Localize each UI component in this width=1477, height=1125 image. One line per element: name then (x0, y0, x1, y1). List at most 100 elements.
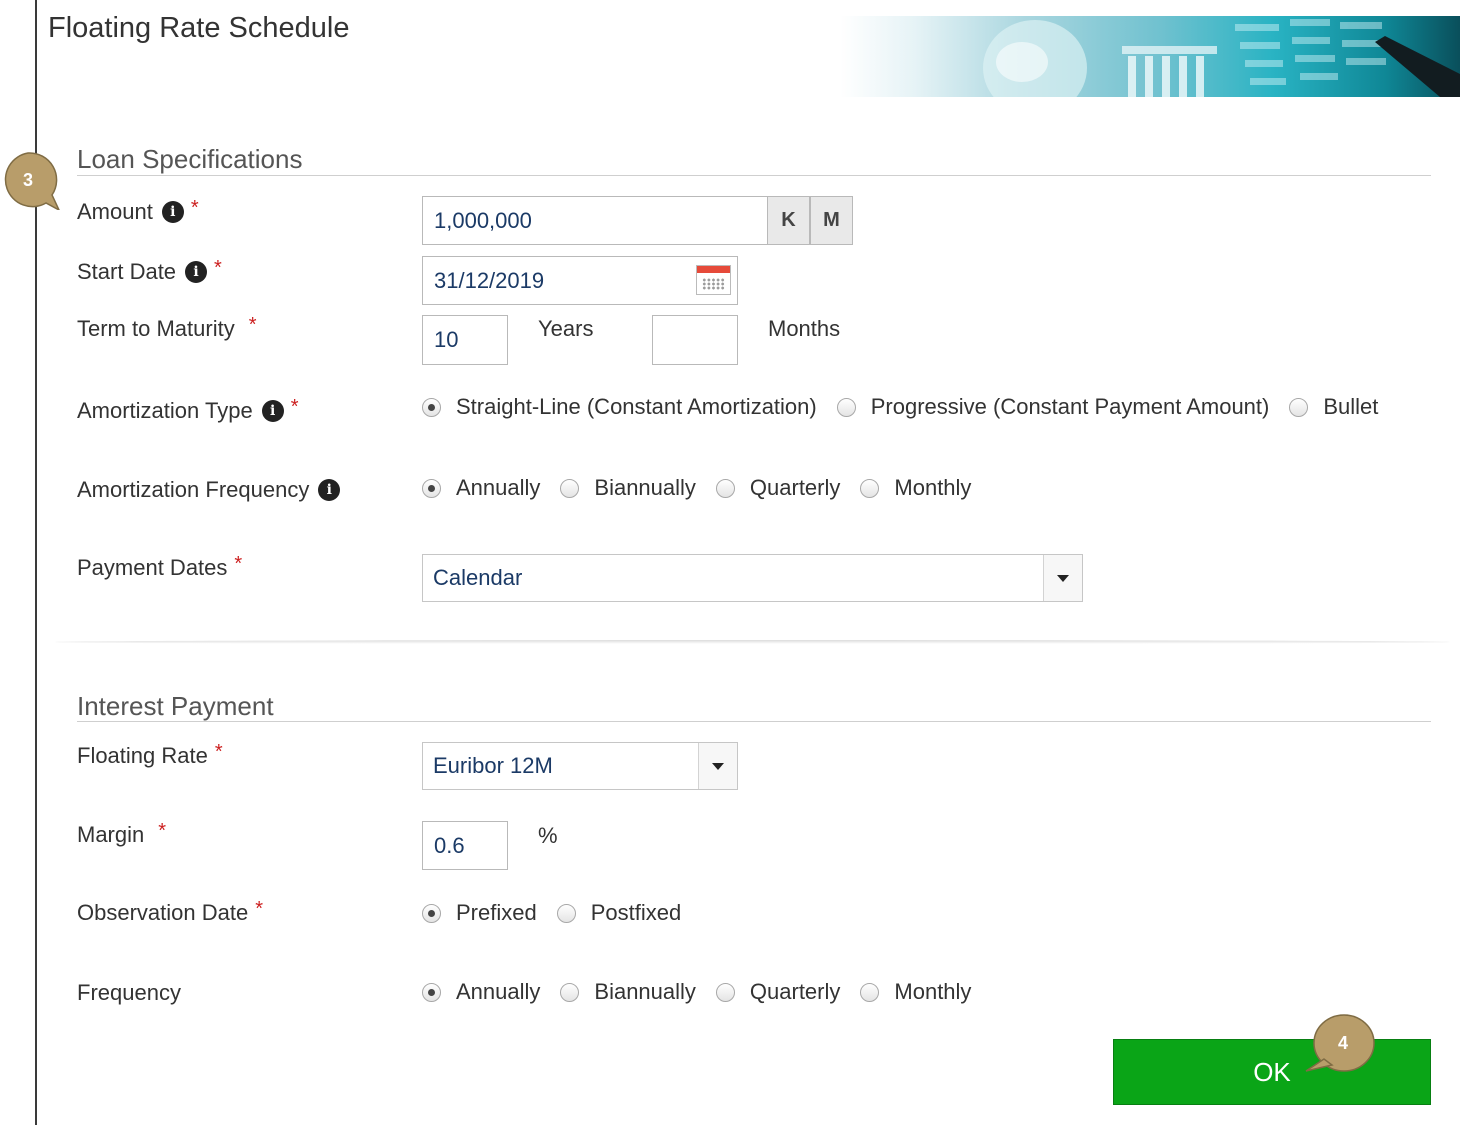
radio-label: Prefixed (456, 900, 537, 925)
radio-straight-line[interactable]: Straight-Line (Constant Amortization) (422, 394, 817, 420)
page-title: Floating Rate Schedule (48, 12, 350, 44)
radio-button[interactable] (860, 478, 880, 498)
radio-label: Bullet (1323, 394, 1379, 419)
years-label: Years (538, 316, 594, 341)
info-icon[interactable]: i (318, 479, 341, 501)
payment-dates-value: Calendar (433, 565, 523, 590)
start-date-label: Start Date i * (77, 256, 222, 285)
step-callout-3: 3 (2, 150, 61, 212)
term-months-input[interactable] (652, 315, 738, 365)
floating-rate-label-text: Floating Rate (77, 743, 208, 768)
millions-button[interactable]: M (810, 196, 853, 245)
required-asterisk: * (255, 897, 263, 920)
required-asterisk: * (158, 819, 167, 842)
chevron-down-icon (1057, 574, 1069, 582)
start-date-label-text: Start Date (77, 259, 177, 284)
floating-rate-label: Floating Rate * (77, 740, 223, 769)
radio-label: Annually (456, 979, 541, 1004)
section-title-loan-specifications: Loan Specifications (77, 144, 303, 174)
section-divider (77, 175, 1431, 176)
margin-input[interactable]: 0.6 (422, 821, 508, 870)
radio-progressive[interactable]: Progressive (Constant Payment Amount) (836, 394, 1270, 420)
radio-label: Quarterly (749, 979, 841, 1004)
chevron-down-icon (712, 762, 724, 770)
radio-button-selected[interactable] (422, 982, 441, 1002)
radio-label: Monthly (894, 979, 972, 1004)
radio-button[interactable] (1289, 397, 1309, 417)
radio-button-selected[interactable] (422, 397, 441, 417)
amortization-type-label: Amortization Type i * (77, 395, 299, 424)
dropdown-toggle[interactable] (1043, 555, 1082, 601)
radio-button[interactable] (715, 478, 735, 498)
radio-label: Quarterly (749, 475, 841, 500)
radio-monthly[interactable]: Monthly (860, 475, 971, 501)
frequency-label-text: Frequency (77, 980, 181, 1005)
radio-label: Biannually (594, 475, 696, 500)
percent-unit-label: % (538, 823, 558, 848)
floating-rate-select[interactable]: Euribor 12M (422, 742, 738, 790)
radio-button[interactable] (556, 903, 576, 923)
radio-label: Progressive (Constant Payment Amount) (870, 394, 1270, 419)
payment-dates-select[interactable]: Calendar (422, 554, 1083, 602)
frequency-label: Frequency (77, 980, 181, 1006)
header-banner-image (840, 16, 1460, 97)
start-date-input[interactable]: 31/12/2019 (422, 256, 738, 305)
radio-biannually[interactable]: Biannually (560, 979, 696, 1005)
thousands-button[interactable]: K (767, 196, 810, 245)
radio-button[interactable] (860, 982, 880, 1002)
amortization-frequency-radio-group: Annually Biannually Quarterly Monthly (422, 475, 991, 501)
required-asterisk: * (248, 313, 257, 336)
step-number: 4 (1338, 1033, 1349, 1053)
radio-postfixed[interactable]: Postfixed (556, 900, 681, 926)
margin-label-text: Margin (77, 822, 145, 847)
dropdown-toggle[interactable] (698, 743, 737, 789)
payment-dates-label-text: Payment Dates (77, 555, 228, 580)
required-asterisk: * (214, 740, 223, 763)
info-icon[interactable]: i (161, 201, 184, 223)
radio-label: Straight-Line (Constant Amortization) (456, 394, 817, 419)
term-to-maturity-label: Term to Maturity * (77, 313, 257, 342)
amount-label-text: Amount (77, 199, 153, 224)
radio-button-selected[interactable] (422, 903, 441, 923)
section-separator-shadow (55, 640, 1450, 644)
months-label: Months (768, 316, 841, 341)
floating-rate-value: Euribor 12M (433, 753, 553, 778)
radio-button[interactable] (560, 478, 580, 498)
radio-label: Annually (456, 475, 541, 500)
radio-quarterly[interactable]: Quarterly (715, 979, 841, 1005)
frequency-radio-group: Annually Biannually Quarterly Monthly (422, 979, 991, 1005)
section-divider (77, 721, 1431, 722)
radio-button[interactable] (836, 397, 856, 417)
amortization-type-label-text: Amortization Type (77, 398, 253, 423)
radio-button[interactable] (560, 982, 580, 1002)
amount-input[interactable]: 1,000,000 (422, 196, 768, 245)
amount-label: Amount i * (77, 196, 199, 225)
amortization-frequency-label-text: Amortization Frequency (77, 477, 310, 502)
radio-quarterly[interactable]: Quarterly (715, 475, 841, 501)
amortization-type-radio-group: Straight-Line (Constant Amortization) Pr… (422, 394, 1398, 420)
radio-monthly[interactable]: Monthly (860, 979, 971, 1005)
required-asterisk: * (190, 196, 199, 219)
info-icon[interactable]: i (261, 400, 284, 422)
radio-prefixed[interactable]: Prefixed (422, 900, 537, 926)
info-icon[interactable]: i (185, 261, 208, 283)
required-asterisk: * (290, 395, 299, 418)
radio-label: Biannually (594, 979, 696, 1004)
term-to-maturity-label-text: Term to Maturity (77, 316, 235, 341)
radio-button-selected[interactable] (422, 478, 441, 498)
radio-bullet[interactable]: Bullet (1289, 394, 1378, 420)
step-number: 3 (23, 170, 34, 190)
required-asterisk: * (214, 256, 222, 279)
ok-button[interactable]: OK (1113, 1039, 1431, 1105)
radio-button[interactable] (715, 982, 735, 1002)
calendar-icon[interactable] (696, 265, 731, 295)
radio-biannually[interactable]: Biannually (560, 475, 696, 501)
radio-annually[interactable]: Annually (422, 475, 540, 501)
observation-date-label: Observation Date * (77, 897, 263, 926)
observation-date-label-text: Observation Date (77, 900, 249, 925)
radio-annually[interactable]: Annually (422, 979, 540, 1005)
section-title-interest-payment: Interest Payment (77, 691, 274, 721)
observation-date-radio-group: Prefixed Postfixed (422, 900, 701, 926)
term-years-input[interactable]: 10 (422, 315, 508, 365)
amortization-frequency-label: Amortization Frequency i (77, 477, 341, 503)
